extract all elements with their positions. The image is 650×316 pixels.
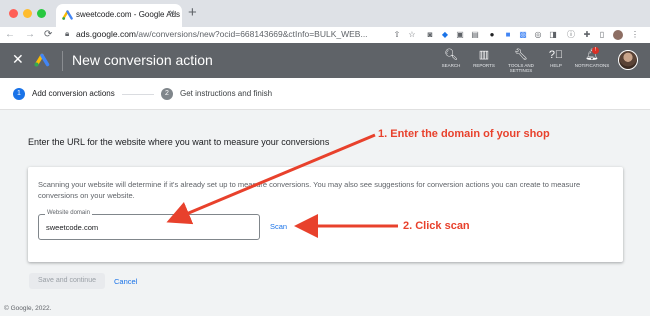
tab-title: sweetcode.com - Google Ads — [76, 10, 181, 19]
forward-icon[interactable]: → — [25, 28, 35, 42]
extension-icon[interactable]: ◨ — [548, 30, 558, 40]
stepper: 1 Add conversion actions 2 Get instructi… — [0, 78, 650, 110]
reports-icon: ▥ — [478, 49, 490, 61]
camera-icon[interactable]: ◙ — [425, 30, 435, 40]
ads-header: ✕ New conversion action 🔍︎ SEARCH ▥ REPO… — [0, 43, 650, 78]
reports-label: REPORTS — [473, 63, 495, 68]
browser-tab-bar: sweetcode.com - Google Ads × + — [0, 0, 650, 27]
reports-button[interactable]: ▥ REPORTS — [465, 49, 503, 68]
google-ads-favicon-icon — [62, 10, 73, 20]
extension-icon[interactable]: ◎ — [533, 30, 543, 40]
sidebar-icon[interactable]: ▯ — [597, 30, 607, 40]
avatar[interactable] — [618, 50, 638, 70]
step-1-label: Add conversion actions — [32, 89, 115, 98]
footer-copyright: © Google, 2022. — [4, 305, 52, 312]
step-connector — [122, 94, 154, 95]
tag-icon[interactable]: ◆ — [440, 30, 450, 40]
minimize-window-button[interactable] — [23, 9, 32, 18]
lock-icon: 🔒︎ — [65, 29, 70, 38]
website-domain-input[interactable] — [46, 223, 246, 232]
step-1-indicator: 1 — [13, 88, 25, 100]
save-and-continue-button[interactable]: Save and continue — [29, 273, 105, 289]
share-icon[interactable]: ⇧ — [392, 30, 402, 40]
notification-badge: ! — [592, 47, 599, 54]
extension-icon[interactable]: ▣ — [455, 30, 465, 40]
tab-close-icon[interactable]: × — [169, 8, 175, 19]
profile-icon[interactable] — [613, 30, 623, 40]
info-icon[interactable]: ⓘ — [566, 30, 576, 40]
cancel-button[interactable]: Cancel — [114, 277, 137, 286]
close-icon[interactable]: ✕ — [12, 51, 24, 68]
notifications-button[interactable]: 🔔︎ ! NOTIFICATIONS — [570, 47, 614, 68]
star-icon[interactable]: ☆ — [407, 30, 417, 40]
domain-card: Scanning your website will determine if … — [28, 167, 623, 262]
address-bar: ← → ⟳ 🔒︎ ads.google.com/aw/conversions/n… — [0, 27, 650, 43]
extension-icon[interactable]: ● — [487, 30, 497, 40]
section-heading: Enter the URL for the website where you … — [28, 137, 330, 147]
scan-button[interactable]: Scan — [270, 222, 287, 231]
maximize-window-button[interactable] — [37, 9, 46, 18]
annotation-step-2: 2. Click scan — [403, 220, 470, 232]
card-description: Scanning your website will determine if … — [38, 180, 581, 200]
step-2-indicator: 2 — [161, 88, 173, 100]
close-window-button[interactable] — [9, 9, 18, 18]
google-ads-logo-icon — [34, 53, 50, 67]
website-domain-field[interactable]: Website domain — [38, 210, 260, 240]
notifications-label: NOTIFICATIONS — [574, 63, 610, 68]
tools-settings-button[interactable]: 🔧︎ TOOLS AND SETTINGS — [502, 49, 540, 73]
reload-icon[interactable]: ⟳ — [44, 28, 52, 42]
tools-label: TOOLS AND SETTINGS — [508, 63, 534, 73]
header-divider — [62, 51, 63, 71]
extension-icon[interactable]: ■ — [503, 30, 513, 40]
website-domain-label: Website domain — [45, 210, 92, 216]
step-2-label: Get instructions and finish — [180, 89, 273, 98]
new-tab-button[interactable]: + — [188, 5, 197, 20]
puzzle-icon[interactable]: ✚ — [582, 30, 592, 40]
annotation-step-1: 1. Enter the domain of your shop — [378, 128, 550, 140]
menu-icon[interactable]: ⋮ — [630, 30, 640, 40]
extension-icon[interactable]: ▤ — [470, 30, 480, 40]
wrench-icon: 🔧︎ — [514, 49, 528, 61]
browser-tab[interactable]: sweetcode.com - Google Ads × — [56, 4, 182, 27]
url-field[interactable]: ads.google.com/aw/conversions/new?ocid=6… — [76, 29, 368, 39]
back-icon[interactable]: ← — [5, 28, 15, 42]
extension-icon[interactable]: ▩ — [518, 30, 528, 40]
page-title: New conversion action — [72, 52, 213, 68]
